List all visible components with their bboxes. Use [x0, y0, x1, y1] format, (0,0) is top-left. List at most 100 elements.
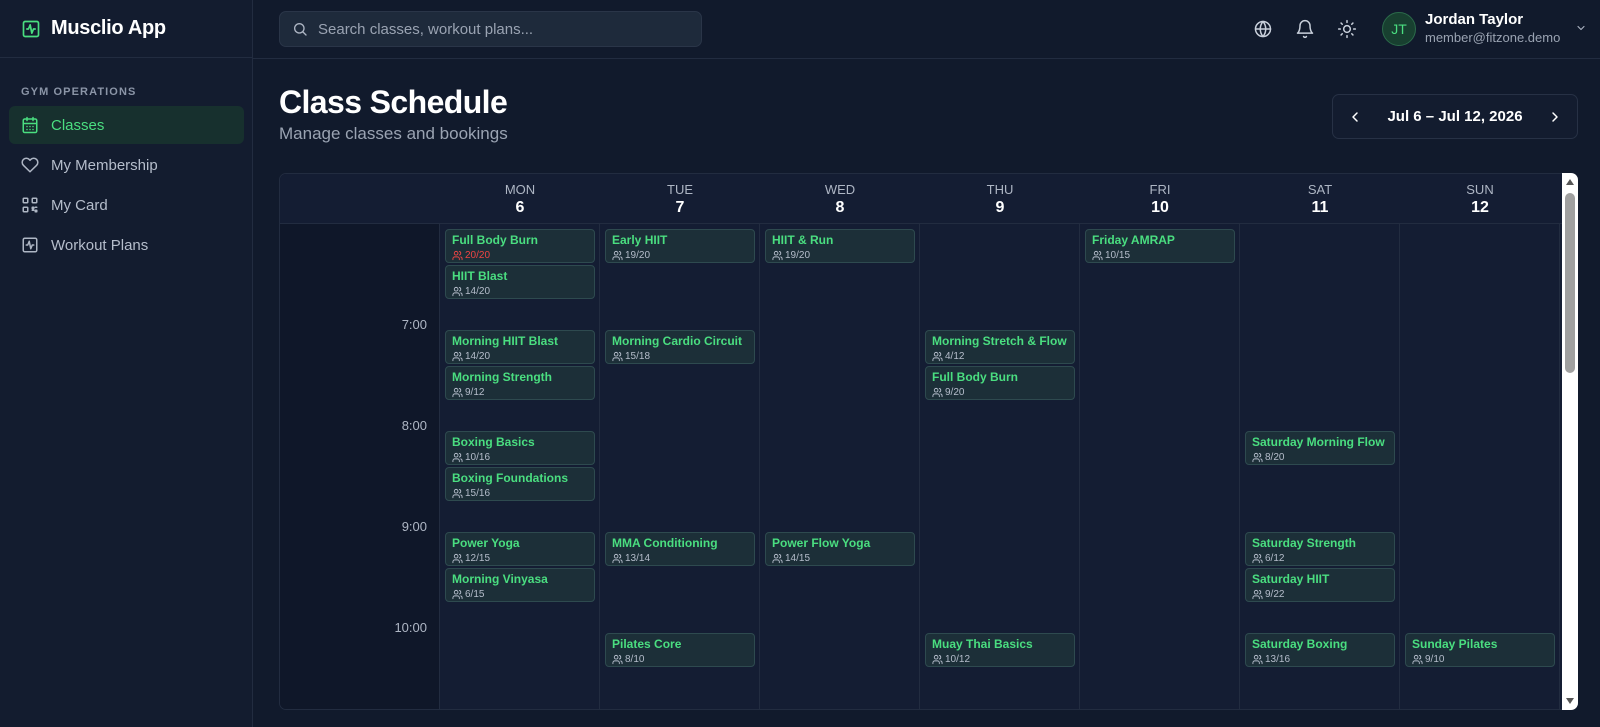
day-header-tue: TUE 7: [600, 174, 760, 224]
class-event[interactable]: Muay Thai Basics 10/12: [925, 633, 1075, 667]
brand[interactable]: Musclio App: [0, 0, 252, 58]
calendar-icon: [21, 116, 39, 134]
class-event[interactable]: Morning Stretch & Flow 4/12: [925, 330, 1075, 364]
class-event[interactable]: Power Flow Yoga 14/15: [765, 532, 915, 566]
sidebar-item-my-membership[interactable]: My Membership: [9, 146, 244, 184]
class-event[interactable]: Full Body Burn 20/20: [445, 229, 595, 263]
class-event[interactable]: Saturday Boxing 13/16: [1245, 633, 1395, 667]
class-event[interactable]: Boxing Foundations 15/16: [445, 467, 595, 501]
booking-count: 14/15: [772, 552, 908, 565]
class-event[interactable]: Morning Cardio Circuit 15/18: [605, 330, 755, 364]
day-column-mon: Full Body Burn 20/20 HIIT Blast 14/20 Mornin…: [440, 224, 600, 709]
class-event[interactable]: Morning HIIT Blast 14/20: [445, 330, 595, 364]
top-header: JT Jordan Taylor member@fitzone.demo: [253, 0, 1600, 59]
users-icon: [1252, 553, 1263, 564]
class-title: Sunday Pilates: [1412, 637, 1498, 651]
class-title: Early HIIT: [612, 233, 668, 247]
class-event[interactable]: HIIT & Run 19/20: [765, 229, 915, 263]
class-title: HIIT Blast: [452, 269, 508, 283]
date-range-navigator: Jul 6 – Jul 12, 2026: [1332, 94, 1578, 139]
day-number: 6: [515, 199, 525, 216]
sidebar-item-workout-plans[interactable]: Workout Plans: [9, 226, 244, 264]
users-icon: [1412, 654, 1423, 665]
booking-count: 9/20: [932, 386, 1068, 399]
class-title: Full Body Burn: [932, 370, 1018, 384]
class-event[interactable]: MMA Conditioning 13/14: [605, 532, 755, 566]
avatar[interactable]: JT: [1382, 12, 1416, 46]
time-column: 6:007:008:009:0010:00: [280, 174, 440, 709]
users-icon: [452, 250, 463, 261]
time-label: 10:00: [394, 620, 427, 635]
day-column-sun: Sunday Pilates 9/10: [1400, 224, 1560, 709]
globe-icon[interactable]: [1253, 19, 1273, 39]
class-title: Saturday Strength: [1252, 536, 1357, 550]
scroll-up-arrow[interactable]: [1566, 179, 1574, 185]
user-name[interactable]: Jordan Taylor: [1425, 11, 1523, 28]
booking-count: 13/14: [612, 552, 748, 565]
page-title: Class Schedule: [279, 84, 508, 120]
booking-count-text: 12/15: [465, 553, 491, 564]
users-icon: [932, 654, 943, 665]
sidebar-item-classes[interactable]: Classes: [9, 106, 244, 144]
class-event[interactable]: Saturday Morning Flow 8/20: [1245, 431, 1395, 465]
booking-count-text: 13/14: [625, 553, 651, 564]
day-column-sat: Saturday Morning Flow 8/20 Saturday Streng…: [1240, 224, 1400, 709]
sidebar-item-label: Classes: [51, 116, 105, 134]
class-title: Morning Strength: [452, 370, 552, 384]
class-event[interactable]: Morning Strength 9/12: [445, 366, 595, 400]
booking-count: 9/22: [1252, 588, 1388, 601]
booking-count: 6/12: [1252, 552, 1388, 565]
class-event[interactable]: HIIT Blast 14/20: [445, 265, 595, 299]
scroll-down-arrow[interactable]: [1566, 698, 1574, 704]
class-event[interactable]: Morning Vinyasa 6/15: [445, 568, 595, 602]
class-event[interactable]: Early HIIT 19/20: [605, 229, 755, 263]
day-headers: MON 6 TUE 7 WED 8 THU 9 FRI 10 SAT 11 SUN 12: [280, 174, 1562, 224]
bell-icon[interactable]: [1295, 19, 1315, 39]
class-event[interactable]: Full Body Burn 9/20: [925, 366, 1075, 400]
class-event[interactable]: Power Yoga 12/15: [445, 532, 595, 566]
search-box[interactable]: [279, 11, 702, 47]
day-name: WED: [824, 182, 856, 197]
class-event[interactable]: Boxing Basics 10/16: [445, 431, 595, 465]
booking-count: 19/20: [612, 249, 748, 262]
booking-count: 9/12: [452, 386, 588, 399]
day-header-sat: SAT 11: [1240, 174, 1400, 224]
day-number: 12: [1471, 199, 1489, 216]
class-event[interactable]: Saturday Strength 6/12: [1245, 532, 1395, 566]
class-title: Saturday Morning Flow: [1252, 435, 1385, 449]
date-range-label: Jul 6 – Jul 12, 2026: [1387, 108, 1523, 125]
class-title: HIIT & Run: [772, 233, 834, 247]
booking-count-text: 6/12: [1265, 553, 1285, 564]
time-label: 7:00: [401, 317, 427, 332]
day-number: 11: [1311, 199, 1329, 216]
calendar-scrollbar[interactable]: [1562, 173, 1578, 710]
sidebar-item-my-card[interactable]: My Card: [9, 186, 244, 224]
chevron-right-icon[interactable]: [1547, 109, 1563, 125]
day-header-wed: WED 8: [760, 174, 920, 224]
time-label: 9:00: [401, 519, 427, 534]
class-title: Pilates Core: [612, 637, 682, 651]
day-name: FRI: [1149, 182, 1171, 197]
booking-count: 4/12: [932, 350, 1068, 363]
class-event[interactable]: Friday AMRAP 10/15: [1085, 229, 1235, 263]
class-event[interactable]: Saturday HIIT 9/22: [1245, 568, 1395, 602]
search-input[interactable]: [318, 20, 688, 38]
class-title: Saturday Boxing: [1252, 637, 1348, 651]
booking-count-text: 20/20: [465, 250, 491, 261]
booking-count: 15/18: [612, 350, 748, 363]
class-event[interactable]: Sunday Pilates 9/10: [1405, 633, 1555, 667]
users-icon: [612, 250, 623, 261]
sun-icon[interactable]: [1337, 19, 1357, 39]
search-icon: [292, 21, 308, 37]
booking-count-text: 9/20: [945, 387, 965, 398]
class-event[interactable]: Pilates Core 8/10: [605, 633, 755, 667]
booking-count-text: 15/18: [625, 351, 651, 362]
users-icon: [772, 250, 783, 261]
scroll-thumb[interactable]: [1565, 193, 1575, 373]
class-title: Boxing Basics: [452, 435, 535, 449]
day-number: 9: [995, 199, 1005, 216]
chevron-down-icon[interactable]: [1575, 22, 1587, 34]
booking-count-text: 10/16: [465, 452, 491, 463]
booking-count-text: 9/12: [465, 387, 485, 398]
booking-count-text: 4/12: [945, 351, 965, 362]
